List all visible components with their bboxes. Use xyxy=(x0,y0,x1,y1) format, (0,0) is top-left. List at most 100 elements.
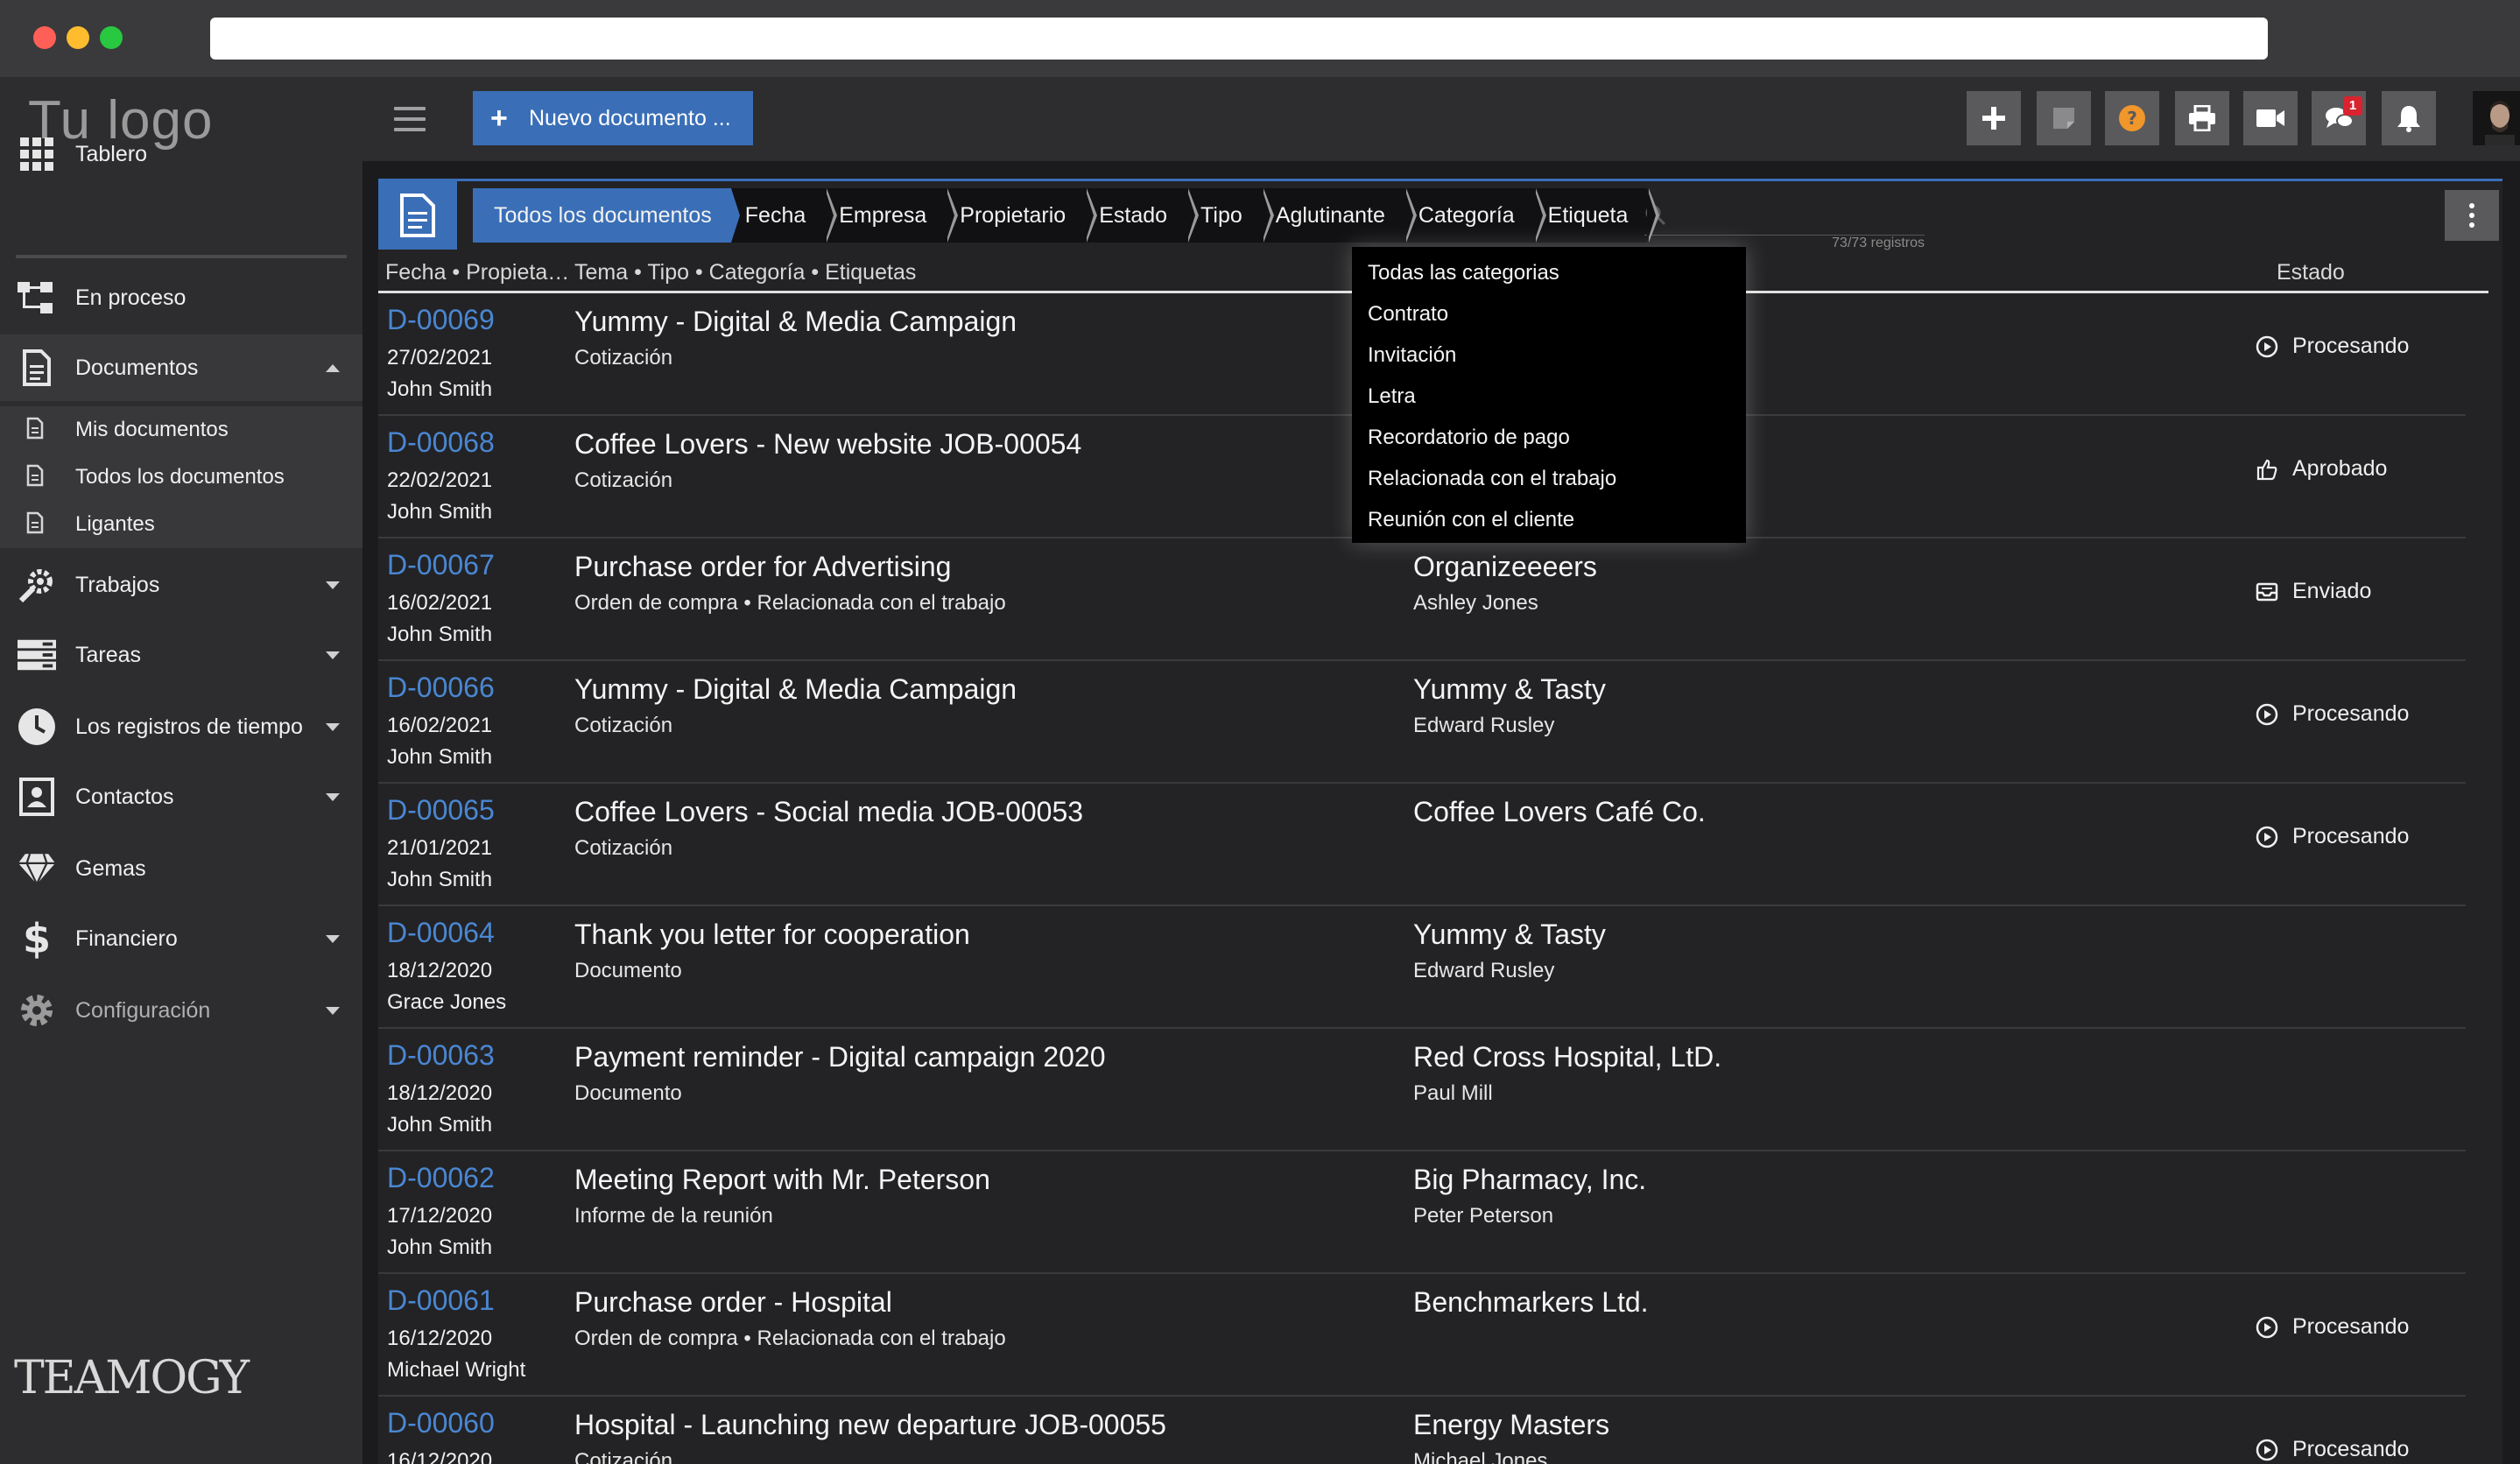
document-date: 17/12/2020 xyxy=(387,1204,493,1228)
printer-icon xyxy=(2189,105,2215,131)
category-option[interactable]: Reunión con el cliente xyxy=(1352,499,1746,540)
document-title[interactable]: Purchase order - Hospital xyxy=(574,1286,892,1319)
document-title[interactable]: Coffee Lovers - Social media JOB-00053 xyxy=(574,796,1083,828)
notes-button[interactable] xyxy=(2037,91,2091,145)
sidebar-item-contactos[interactable]: Contactos xyxy=(0,764,363,830)
document-title[interactable]: Yummy - Digital & Media Campaign xyxy=(574,673,1017,706)
column-header-estado[interactable]: Estado xyxy=(2277,260,2345,285)
document-code-link[interactable]: D-00061 xyxy=(387,1285,495,1317)
notifications-button[interactable] xyxy=(2382,91,2436,145)
sidebar-item-configuracion[interactable]: Configuración xyxy=(0,977,363,1044)
document-code-link[interactable]: D-00063 xyxy=(387,1039,495,1072)
add-button[interactable] xyxy=(1967,91,2021,145)
print-button[interactable] xyxy=(2175,91,2229,145)
sidebar-subitem-mis-documentos[interactable]: Mis documentos xyxy=(0,406,363,454)
category-option[interactable]: Relacionada con el trabajo xyxy=(1352,458,1746,499)
sidebar-item-label: En proceso xyxy=(75,285,187,310)
sidebar-item-label: Contactos xyxy=(75,784,174,809)
document-type: Cotización xyxy=(574,346,673,370)
sidebar-subitem-ligantes[interactable]: Ligantes xyxy=(0,501,363,548)
window-titlebar xyxy=(0,0,2520,77)
document-title[interactable]: Hospital - Launching new departure JOB-0… xyxy=(574,1409,1166,1441)
table-row[interactable]: D-00067 16/02/2021 John Smith Purchase orde… xyxy=(378,538,2466,661)
filter-fecha[interactable]: Fecha xyxy=(730,188,838,243)
minimize-window-button[interactable] xyxy=(67,26,89,49)
document-contact: Paul Mill xyxy=(1413,1081,1493,1105)
filter-etiqueta[interactable]: Etiqueta xyxy=(1533,188,1660,243)
document-status: Procesando xyxy=(2256,1437,2409,1462)
document-owner: Michael Wright xyxy=(387,1358,526,1382)
document-code-link[interactable]: D-00064 xyxy=(387,917,495,949)
sidebar-item-tareas[interactable]: Tareas xyxy=(0,622,363,688)
table-row[interactable]: D-00063 18/12/2020 John Smith Payment remin… xyxy=(378,1029,2466,1151)
more-options-button[interactable] xyxy=(2445,190,2499,241)
document-code-link[interactable]: D-00069 xyxy=(387,304,495,336)
sidebar-item-documentos[interactable]: Documentos xyxy=(0,334,363,401)
sidebar-item-trabajos[interactable]: Trabajos xyxy=(0,552,363,618)
document-title[interactable]: Coffee Lovers - New website JOB-00054 xyxy=(574,428,1081,461)
status-label: Procesando xyxy=(2292,701,2410,726)
thumbs-up-icon xyxy=(2256,458,2278,481)
document-type: Documento xyxy=(574,1081,682,1105)
search-input[interactable]: 73/73 registros xyxy=(1644,201,1925,250)
play-circle-icon xyxy=(2256,826,2278,848)
play-circle-icon xyxy=(2256,1316,2278,1339)
category-option[interactable]: Letra xyxy=(1352,376,1746,417)
document-title[interactable]: Purchase order for Advertising xyxy=(574,551,951,583)
document-code-link[interactable]: D-00060 xyxy=(387,1407,495,1439)
column-header-fecha[interactable]: Fecha • Propieta… xyxy=(385,260,569,285)
document-code-link[interactable]: D-00066 xyxy=(387,672,495,704)
filter-empresa[interactable]: Empresa xyxy=(825,188,959,243)
document-code-link[interactable]: D-00068 xyxy=(387,426,495,459)
maximize-window-button[interactable] xyxy=(100,26,123,49)
category-option[interactable]: Recordatorio de pago xyxy=(1352,417,1746,458)
filter-aglutinante[interactable]: Aglutinante xyxy=(1261,188,1417,243)
category-option[interactable]: Contrato xyxy=(1352,293,1746,334)
hamburger-menu-icon[interactable] xyxy=(394,107,426,131)
document-code-link[interactable]: D-00067 xyxy=(387,549,495,581)
status-label: Procesando xyxy=(2292,824,2410,848)
document-company: Organizeeeers xyxy=(1413,551,1597,582)
sidebar: Tu logo Tablero En proceso Documentos Mi… xyxy=(0,77,363,1464)
table-row[interactable]: D-00062 17/12/2020 John Smith Meeting Repor… xyxy=(378,1151,2466,1274)
sidebar-item-tablero[interactable]: Tablero xyxy=(0,121,363,187)
sidebar-item-gemas[interactable]: Gemas xyxy=(0,835,363,902)
chevron-down-icon xyxy=(326,934,340,943)
video-call-button[interactable] xyxy=(2243,91,2298,145)
category-option[interactable]: Todas las categorias xyxy=(1352,252,1746,293)
filter-categoria[interactable]: Categoría xyxy=(1404,188,1546,243)
document-code-link[interactable]: D-00062 xyxy=(387,1162,495,1194)
top-toolbar: + Nuevo documento ... ? 1 xyxy=(363,77,2520,161)
document-code-link[interactable]: D-00065 xyxy=(387,794,495,827)
table-row[interactable]: D-00066 16/02/2021 John Smith Yummy - Digit… xyxy=(378,661,2466,784)
document-date: 16/02/2021 xyxy=(387,714,493,737)
table-row[interactable]: D-00064 18/12/2020 Grace Jones Thank you le… xyxy=(378,906,2466,1029)
address-bar[interactable] xyxy=(210,18,2268,60)
category-option[interactable]: Invitación xyxy=(1352,334,1746,376)
new-document-button[interactable]: + Nuevo documento ... xyxy=(473,91,753,145)
document-company: Yummy & Tasty xyxy=(1413,673,1606,705)
sidebar-item-registros-de-tiempo[interactable]: Los registros de tiempo xyxy=(0,693,363,760)
user-avatar[interactable] xyxy=(2473,91,2520,145)
close-window-button[interactable] xyxy=(33,26,56,49)
document-owner: John Smith xyxy=(387,500,493,524)
document-title[interactable]: Payment reminder - Digital campaign 2020 xyxy=(574,1041,1106,1073)
chat-button[interactable]: 1 xyxy=(2312,91,2366,145)
sidebar-subitem-todos-los-documentos[interactable]: Todos los documentos xyxy=(0,454,363,501)
document-title[interactable]: Thank you letter for cooperation xyxy=(574,919,970,951)
sidebar-item-financiero[interactable]: $ Financiero xyxy=(0,905,363,972)
chevron-down-icon xyxy=(326,651,340,659)
filter-propietario[interactable]: Propietario xyxy=(946,188,1098,243)
document-contact: Ashley Jones xyxy=(1413,591,1538,615)
table-row[interactable]: D-00065 21/01/2021 John Smith Coffee Lovers… xyxy=(378,784,2466,906)
filter-label: Etiqueta xyxy=(1547,203,1629,228)
document-title[interactable]: Meeting Report with Mr. Peterson xyxy=(574,1164,990,1196)
table-row[interactable]: D-00061 16/12/2020 Michael Wright Purchase … xyxy=(378,1274,2466,1397)
table-row[interactable]: D-00060 16/12/2020 Hospital - Launching ne… xyxy=(378,1397,2466,1464)
filter-estado[interactable]: Estado xyxy=(1085,188,1200,243)
help-button[interactable]: ? xyxy=(2105,91,2159,145)
sidebar-item-en-proceso[interactable]: En proceso xyxy=(0,264,363,331)
column-header-tema[interactable]: Tema • Tipo • Categoría • Etiquetas xyxy=(574,260,916,285)
filter-todos-los-documentos[interactable]: Todos los documentos xyxy=(473,188,740,243)
document-title[interactable]: Yummy - Digital & Media Campaign xyxy=(574,306,1017,338)
